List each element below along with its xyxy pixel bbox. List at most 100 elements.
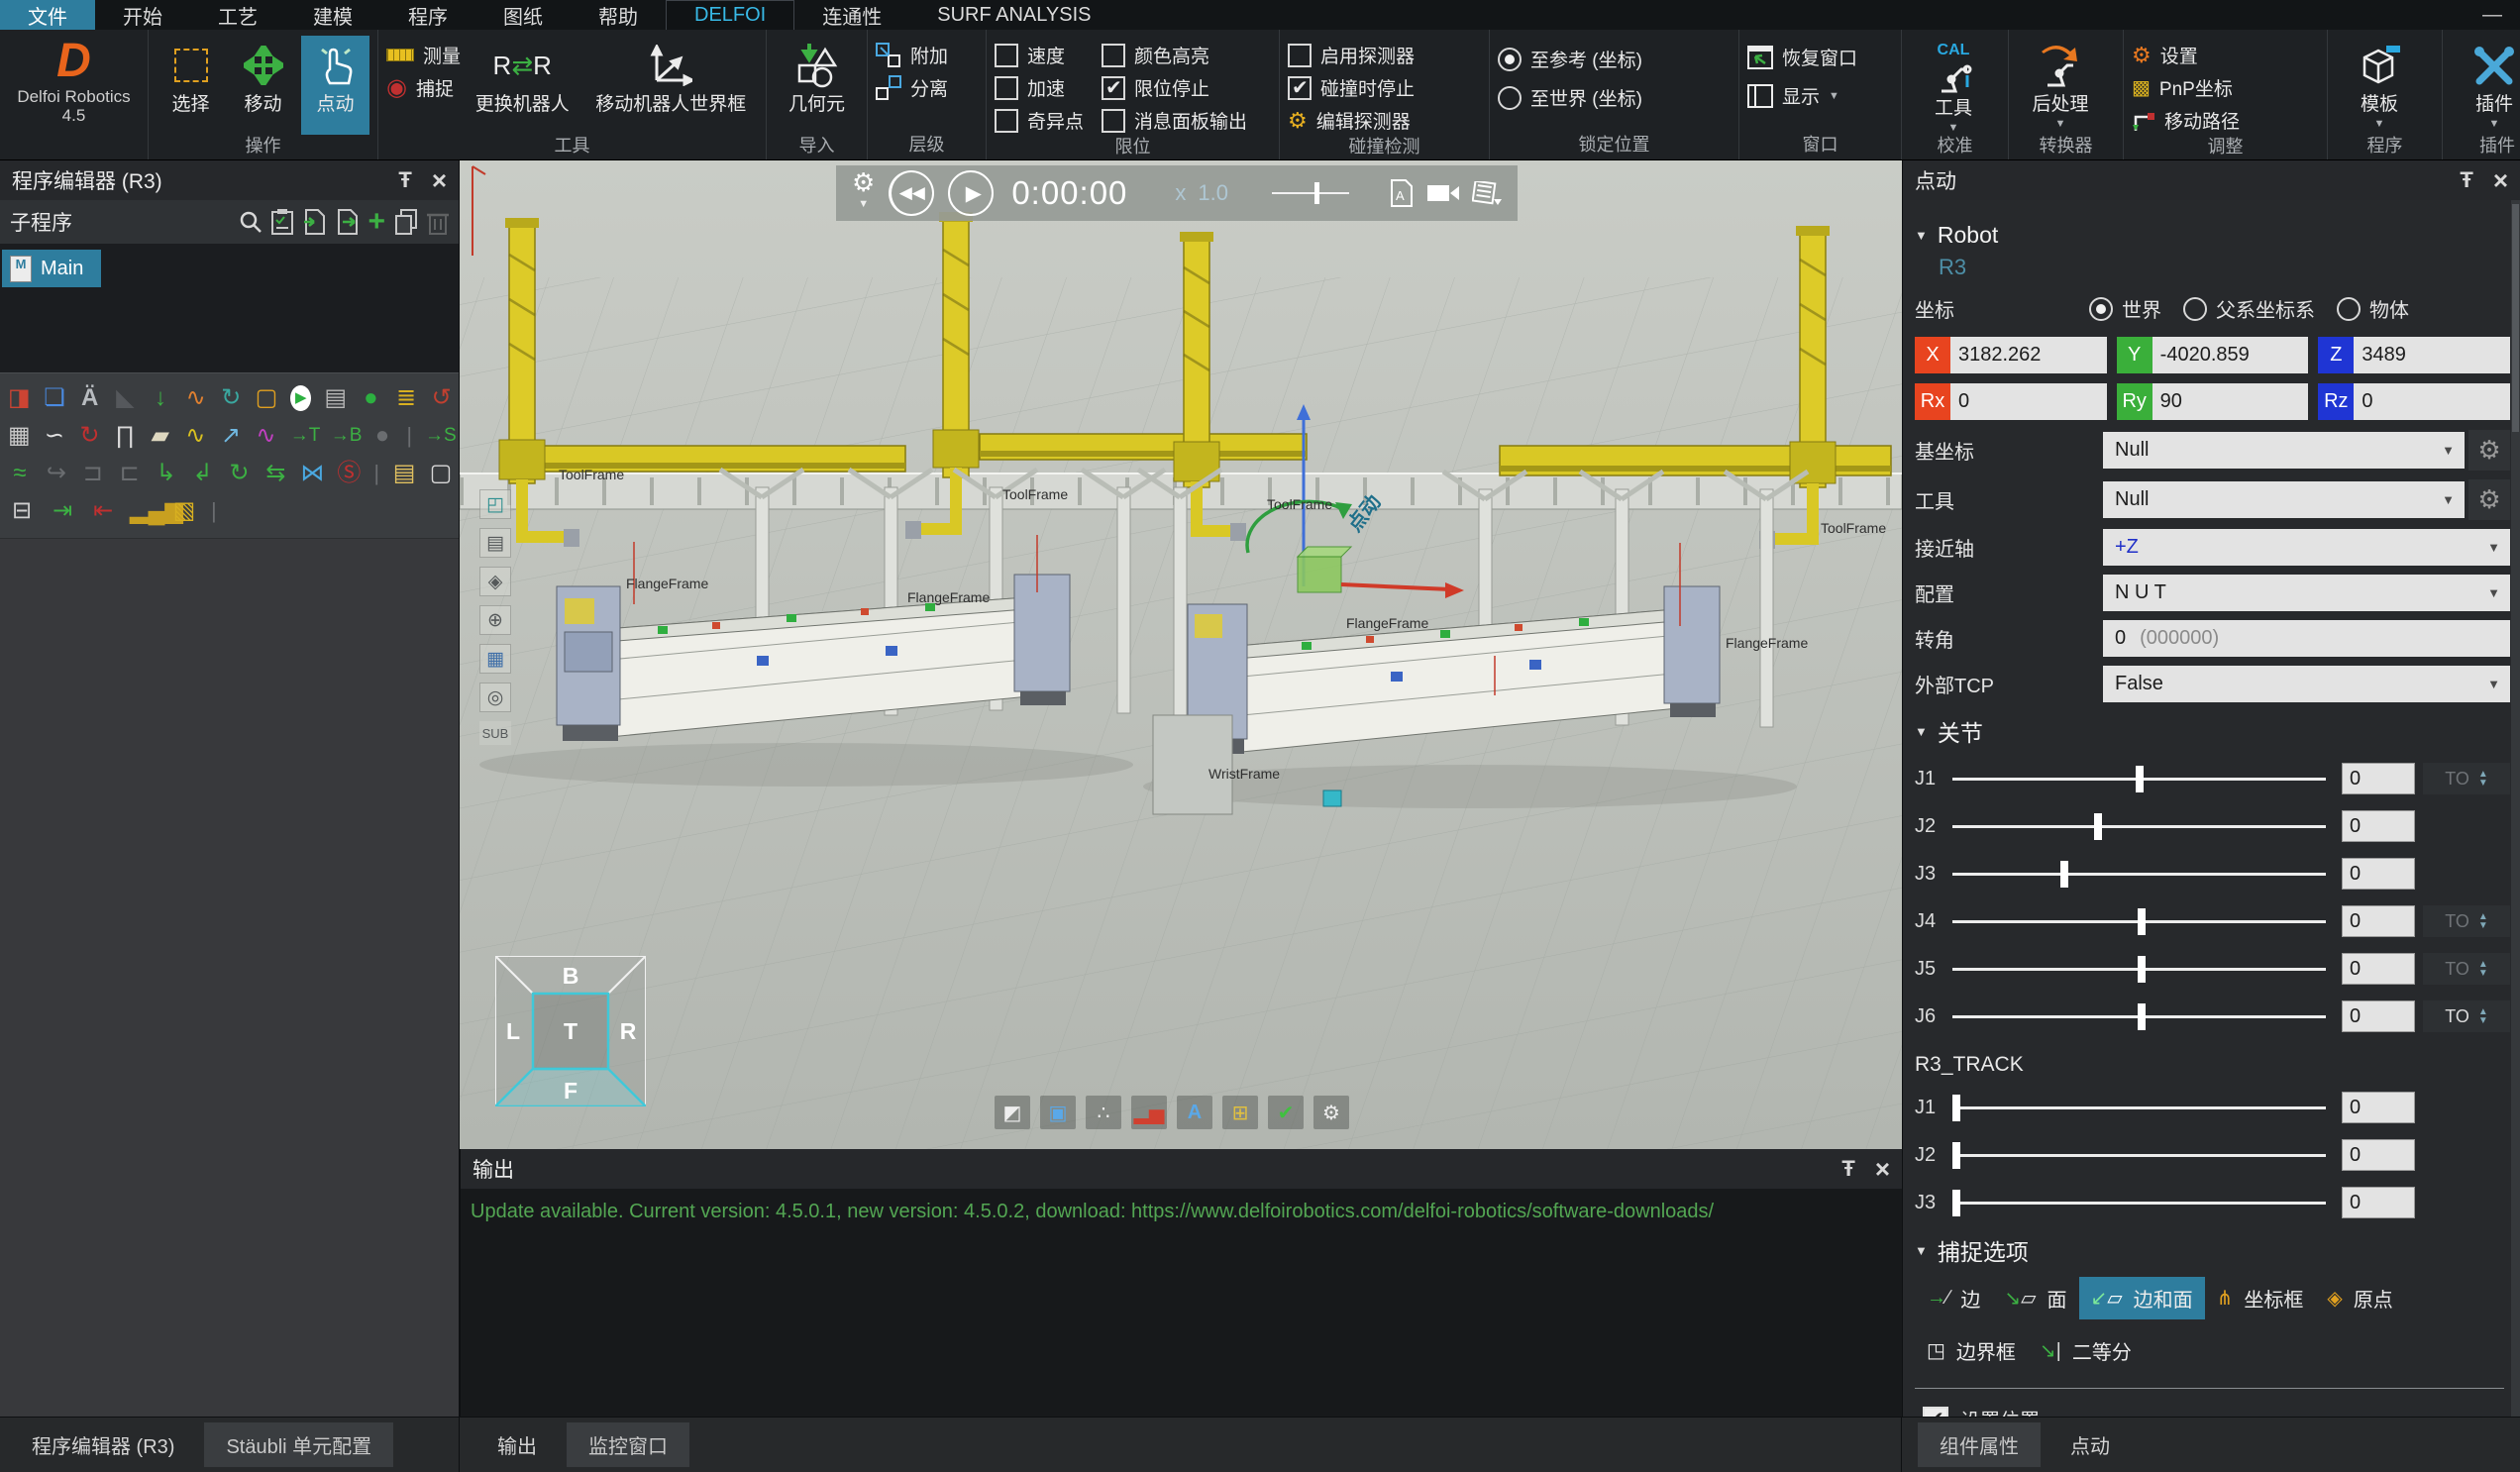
folder-icon[interactable]: ▰ — [149, 423, 171, 449]
track-j1-value-field[interactable] — [2342, 1092, 2415, 1123]
singularity-checkbox[interactable]: 奇异点 — [995, 105, 1084, 136]
annotations-icon[interactable]: A — [1177, 1096, 1212, 1129]
editor-tool-icon[interactable]: ∏ — [114, 423, 137, 449]
close-icon[interactable]: × — [432, 170, 447, 190]
coord-object-radio[interactable]: 物体 — [2337, 294, 2409, 323]
search-icon[interactable] — [239, 210, 262, 234]
play-button[interactable]: ▶ — [948, 170, 994, 216]
editor-tool-icon[interactable]: ◨ — [8, 385, 31, 411]
track-j2-value-field[interactable] — [2342, 1139, 2415, 1171]
tool-frame-dropdown[interactable]: Null▼ — [2103, 481, 2465, 518]
x-position-field[interactable] — [1950, 337, 2107, 373]
snap-bounding-box-button[interactable]: ◳边界框 — [1915, 1329, 2028, 1372]
checklist-icon[interactable] — [271, 209, 293, 235]
track-j3-slider[interactable] — [1952, 1202, 2326, 1205]
editor-tool-icon[interactable]: ↲ — [191, 461, 215, 486]
view-cube-left[interactable]: L — [506, 1018, 520, 1044]
select-button[interactable]: 选择 — [157, 36, 225, 135]
view-preset-icon[interactable]: ▦ — [479, 644, 511, 674]
editor-tool-icon[interactable]: ↺ — [430, 385, 453, 411]
document-icon[interactable]: ▢ — [429, 461, 453, 486]
rewind-button[interactable]: ◀◀ — [889, 170, 934, 216]
tab-output[interactable]: 输出 — [475, 1422, 559, 1467]
view-cube-top[interactable]: T — [564, 1018, 578, 1044]
message-panel-output-checkbox[interactable]: 消息面板输出 — [1102, 105, 1247, 136]
accel-checkbox[interactable]: 加速 — [995, 72, 1084, 103]
j1-to-button[interactable]: TO▲▼ — [2423, 763, 2510, 794]
set-position-checkbox[interactable]: 设置位置 — [1923, 1405, 2510, 1417]
base-frame-gear-icon[interactable]: ⚙ — [2468, 430, 2510, 471]
j2-value-field[interactable] — [2342, 810, 2415, 842]
add-frame-icon[interactable]: ⊞ — [1222, 1096, 1258, 1129]
orbit-view-icon[interactable]: ◈ — [479, 567, 511, 596]
subprogram-main-item[interactable]: M Main — [2, 250, 101, 287]
close-icon[interactable]: × — [1875, 1159, 1890, 1179]
zoom-window-icon[interactable]: ▤ — [479, 528, 511, 558]
chart-overlay-icon[interactable]: ▂▅ — [1131, 1096, 1167, 1129]
editor-tool-icon[interactable]: Ä — [78, 385, 101, 411]
editor-tool-icon[interactable]: ∿ — [184, 423, 207, 449]
j5-slider[interactable] — [1952, 968, 2326, 971]
template-dropdown[interactable]: 模板 ▼ — [2336, 36, 2423, 135]
editor-tool-icon[interactable]: ⇤ — [89, 498, 117, 524]
viewport-settings-icon[interactable]: ⚙ — [1313, 1096, 1349, 1129]
editor-tool-icon[interactable]: ↻ — [220, 385, 243, 411]
menu-surf-analysis[interactable]: SURF ANALYSIS — [909, 0, 1118, 30]
scrollbar[interactable] — [2511, 200, 2520, 1417]
base-frame-dropdown[interactable]: Null▼ — [2103, 432, 2465, 469]
menu-start[interactable]: 开始 — [95, 0, 190, 30]
j5-to-button[interactable]: TO▲▼ — [2423, 953, 2510, 985]
z-position-field[interactable] — [2354, 337, 2510, 373]
geometry-button[interactable]: 几何元 — [775, 36, 859, 135]
animation-export-icon[interactable] — [1472, 181, 1502, 205]
import-program-icon[interactable] — [302, 209, 326, 235]
postprocess-dropdown[interactable]: 后处理 ▼ — [2017, 36, 2104, 135]
coord-parent-radio[interactable]: 父系坐标系 — [2183, 294, 2315, 323]
editor-tool-icon[interactable]: →B — [331, 423, 359, 449]
restore-window-button[interactable]: 恢复窗口 — [1747, 42, 1857, 72]
menu-connectivity[interactable]: 连通性 — [794, 0, 909, 30]
tab-component-properties[interactable]: 组件属性 — [1918, 1422, 2041, 1467]
editor-tool-icon[interactable]: ● — [371, 423, 394, 449]
fit-view-icon[interactable]: ◰ — [479, 489, 511, 519]
track-j1-slider[interactable] — [1952, 1106, 2326, 1109]
editor-tool-icon[interactable]: ▦ — [8, 423, 31, 449]
menu-file[interactable]: 文件 — [0, 0, 95, 30]
j1-value-field[interactable] — [2342, 763, 2415, 794]
editor-tool-icon[interactable]: →S — [425, 423, 453, 449]
tab-jog[interactable]: 点动 — [2048, 1422, 2132, 1467]
tool-frame-gear-icon[interactable]: ⚙ — [2468, 479, 2510, 520]
attach-button[interactable]: 附加 — [876, 40, 948, 70]
tab-monitor-window[interactable]: 监控窗口 — [567, 1422, 689, 1467]
tab-staubli-cell-config[interactable]: Stäubli 单元配置 — [204, 1422, 393, 1467]
editor-tool-icon[interactable]: ∿ — [184, 385, 207, 411]
editor-tool-icon[interactable]: ⇥ — [49, 498, 76, 524]
delete-icon[interactable] — [427, 209, 449, 235]
update-message[interactable]: Update available. Current version: 4.5.0… — [461, 1189, 1902, 1235]
editor-tool-icon[interactable]: ↻ — [228, 461, 252, 486]
snap-edge-button[interactable]: →∕边 — [1915, 1277, 1992, 1319]
minimize-icon[interactable]: — — [2482, 4, 2502, 27]
joints-section-header[interactable]: ▼关节 — [1915, 714, 2510, 748]
measure-button[interactable]: 测量 — [386, 40, 461, 70]
record-video-icon[interactable] — [1426, 182, 1460, 204]
editor-tool-icon[interactable]: ▢ — [256, 385, 278, 411]
y-position-field[interactable] — [2152, 337, 2309, 373]
color-highlight-checkbox[interactable]: 颜色高亮 — [1102, 40, 1247, 70]
tab-program-editor[interactable]: 程序编辑器 (R3) — [10, 1422, 196, 1467]
viewport-3d[interactable]: 点动 ToolFrame FlangeFrame ToolFrame Flang… — [460, 160, 1902, 1149]
snap-bisect-button[interactable]: ↘|二等分 — [2028, 1329, 2144, 1372]
editor-play-icon[interactable]: ▶ — [290, 385, 311, 411]
to-world-radio[interactable]: 至世界 (坐标) — [1498, 82, 1642, 113]
view-cube[interactable]: B L T R F — [495, 956, 646, 1106]
editor-tool-icon[interactable]: ↓ — [150, 385, 172, 411]
editor-tool-icon[interactable]: ≈ — [8, 461, 32, 486]
clipboard-icon[interactable]: ▤ — [392, 461, 416, 486]
menu-delfoi[interactable]: DELFOI — [666, 0, 794, 30]
rz-rotation-field[interactable] — [2354, 383, 2510, 420]
sub-level-button[interactable]: SUB — [479, 721, 511, 745]
copy-icon[interactable] — [394, 209, 418, 235]
snap-button[interactable]: ◉捕捉 — [386, 72, 461, 103]
view-cube-back[interactable]: B — [563, 963, 579, 989]
j3-value-field[interactable] — [2342, 858, 2415, 890]
